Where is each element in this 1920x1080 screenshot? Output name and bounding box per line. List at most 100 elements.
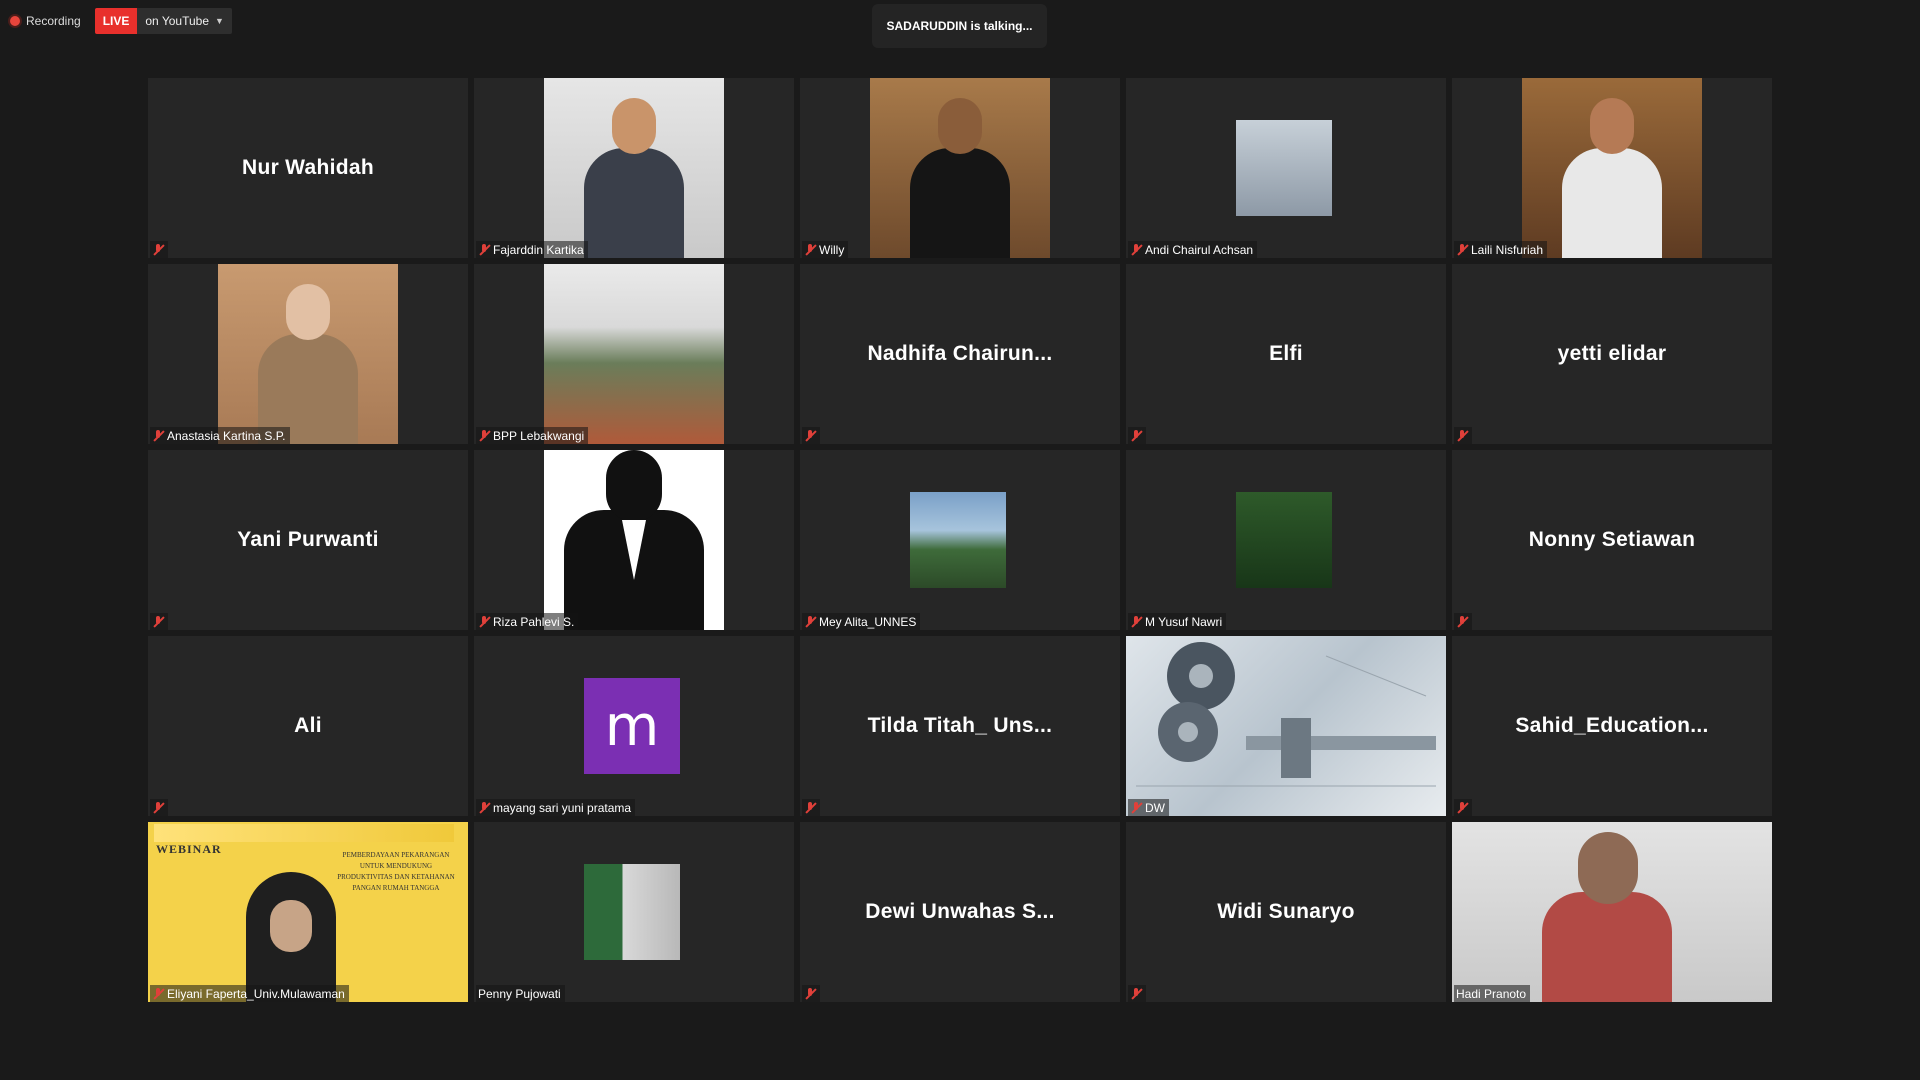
participant-label-text: DW [1145,800,1165,815]
participant-tile[interactable]: Sahid_Education... [1452,636,1772,816]
participant-label-text: Fajarddin Kartika [493,242,584,257]
mic-muted-icon [152,243,164,256]
participant-label-text: mayang sari yuni pratama [493,800,632,815]
stream-target-label: on YouTube [145,14,209,28]
record-icon [10,16,20,26]
participant-tile[interactable]: Tilda Titah_ Uns... [800,636,1120,816]
participant-label-text: Riza Pahlevi S. [493,614,575,629]
participant-video [1522,78,1702,258]
live-stream-control[interactable]: LIVE on YouTube ▼ [94,8,232,34]
participant-tile[interactable]: Dewi Unwahas S... [800,822,1120,1002]
participant-video [870,78,1050,258]
participant-label [150,241,168,258]
participant-name: yetti elidar [1557,342,1667,365]
mic-muted-icon [1456,243,1468,256]
participant-tile[interactable]: WEBINAR PEMBERDAYAAN PEKARANGAN UNTUK ME… [148,822,468,1002]
participant-label: DW [1128,799,1169,816]
mic-muted-icon [1130,243,1142,256]
participant-video [910,492,1006,588]
participant-label [802,799,820,816]
participant-label: Laili Nisfuriah [1454,241,1548,258]
participant-label [1454,613,1472,630]
mic-muted-icon [152,429,164,442]
participant-label-text: Penny Pujowati [478,986,561,1001]
participant-tile[interactable]: Mey Alita_UNNES [800,450,1120,630]
stream-target-button[interactable]: on YouTube ▼ [137,8,232,34]
participant-tile[interactable]: Ali [148,636,468,816]
participant-name: Nadhifa Chairun... [867,342,1053,365]
participant-label-text: Eliyani Faperta_Univ.Mulawaman [167,986,345,1001]
participant-tile[interactable]: Elfi [1126,264,1446,444]
mic-muted-icon [152,801,164,814]
chevron-down-icon[interactable]: ▼ [215,16,224,26]
participant-label: Mey Alita_UNNES [802,613,921,630]
mic-muted-icon [1456,801,1468,814]
participant-label: Andi Chairul Achsan [1128,241,1258,258]
mic-muted-icon [152,615,164,628]
participant-tile[interactable]: Andi Chairul Achsan [1126,78,1446,258]
recording-indicator[interactable]: Recording [10,14,81,28]
participant-tile[interactable]: Laili Nisfuriah [1452,78,1772,258]
gallery-grid: Nur Wahidah Fajarddin Kartika Willy Andi… [148,78,1772,1002]
participant-label: Willy [802,241,849,258]
participant-tile[interactable]: DW [1126,636,1446,816]
participant-label: Anastasia Kartina S.P. [150,427,290,444]
participant-video [1452,822,1772,1002]
participant-tile[interactable]: Widi Sunaryo [1126,822,1446,1002]
participant-tile[interactable]: Penny Pujowati [474,822,794,1002]
mic-muted-icon [1130,987,1142,1000]
participant-name: Yani Purwanti [237,528,379,551]
participant-tile[interactable]: yetti elidar [1452,264,1772,444]
participant-tile[interactable]: Anastasia Kartina S.P. [148,264,468,444]
participant-name: Tilda Titah_ Uns... [867,714,1053,737]
participant-label-text: Hadi Pranoto [1456,986,1527,1001]
participant-label-text: Anastasia Kartina S.P. [167,428,286,443]
mic-muted-icon [478,801,490,814]
participant-tile[interactable]: Nadhifa Chairun... [800,264,1120,444]
participant-tile[interactable]: Fajarddin Kartika [474,78,794,258]
gears-image [1136,642,1436,787]
participant-tile[interactable]: Nonny Setiawan [1452,450,1772,630]
participant-name: Sahid_Education... [1515,714,1709,737]
participant-video [1126,636,1446,816]
recording-label: Recording [26,14,81,28]
participant-tile[interactable]: BPP Lebakwangi [474,264,794,444]
participant-tile[interactable]: m mayang sari yuni pratama [474,636,794,816]
mic-muted-icon [152,987,164,1000]
participant-name: Nur Wahidah [241,156,375,179]
participant-label: Hadi Pranoto [1454,985,1531,1002]
participant-label-text: Mey Alita_UNNES [819,614,917,629]
participant-label [1454,427,1472,444]
mic-muted-icon [1456,615,1468,628]
participant-label: BPP Lebakwangi [476,427,589,444]
participant-video: WEBINAR PEMBERDAYAAN PEKARANGAN UNTUK ME… [148,822,468,1002]
participant-name: Dewi Unwahas S... [865,900,1055,923]
participant-label [1128,985,1146,1002]
participant-tile[interactable]: M Yusuf Nawri [1126,450,1446,630]
webinar-title: WEBINAR [156,842,222,856]
participant-label [1128,427,1146,444]
participant-tile[interactable]: Willy [800,78,1120,258]
participant-label-text: M Yusuf Nawri [1145,614,1223,629]
mic-muted-icon [804,429,816,442]
participant-label-text: Willy [819,242,845,257]
mic-muted-icon [804,801,816,814]
participant-tile[interactable]: Riza Pahlevi S. [474,450,794,630]
participant-label [802,427,820,444]
live-badge: LIVE [94,8,138,34]
mic-muted-icon [804,243,816,256]
participant-tile[interactable]: Yani Purwanti [148,450,468,630]
participant-video [584,864,680,960]
participant-name: Nonny Setiawan [1528,528,1696,551]
participant-label: Penny Pujowati [476,985,565,1002]
mic-muted-icon [1130,801,1142,814]
webinar-text: PEMBERDAYAAN PEKARANGAN UNTUK MENDUKUNG … [337,851,455,892]
mic-muted-icon [1130,615,1142,628]
participant-tile[interactable]: Hadi Pranoto [1452,822,1772,1002]
mic-muted-icon [478,429,490,442]
participant-video [1236,492,1332,588]
participant-tile[interactable]: Nur Wahidah [148,78,468,258]
mic-muted-icon [804,987,816,1000]
participant-name: Widi Sunaryo [1217,900,1355,923]
participant-label: Fajarddin Kartika [476,241,588,258]
